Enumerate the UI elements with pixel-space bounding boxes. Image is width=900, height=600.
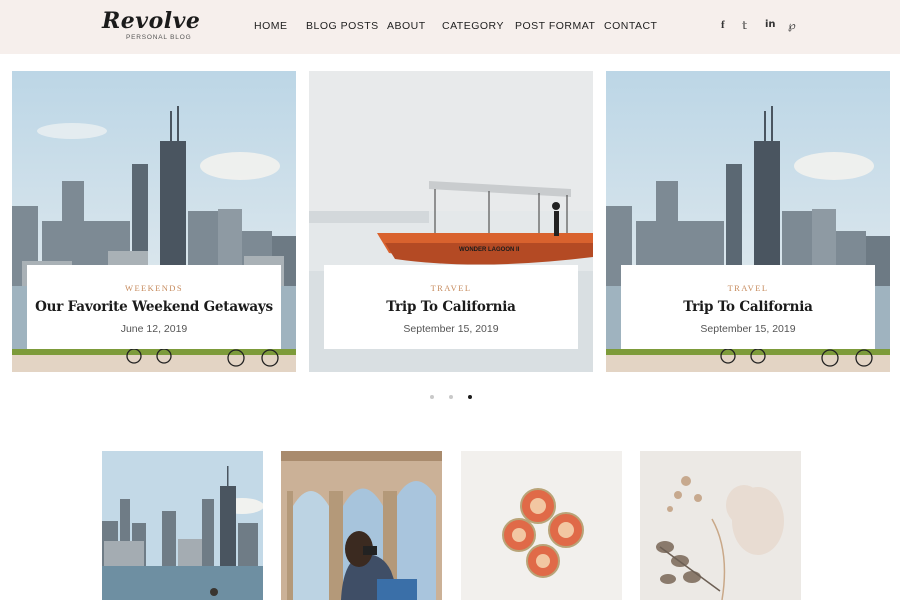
city-skyline-thumb-image <box>102 451 263 600</box>
nav-about[interactable]: ABOUT <box>387 20 426 32</box>
figs-image <box>461 451 622 600</box>
slider-dot-3[interactable] <box>468 395 472 399</box>
post-category[interactable]: WEEKENDS <box>27 283 281 293</box>
site-header: Revolve PERSONAL BLOG HOME BLOG POSTS AB… <box>0 0 900 54</box>
nav-blog-posts[interactable]: BLOG POSTS <box>306 20 379 32</box>
thumbnail-figs[interactable] <box>461 451 622 600</box>
slide-2[interactable]: WONDER LAGOON II TRAVEL Trip To Californ… <box>309 71 593 372</box>
thumbnail-dried-flowers[interactable] <box>640 451 801 600</box>
site-logo[interactable]: Revolve PERSONAL BLOG <box>102 9 202 41</box>
nav-post-format[interactable]: POST FORMAT <box>515 20 595 32</box>
linkedin-icon[interactable]: in <box>765 19 776 30</box>
post-title[interactable]: Our Favorite Weekend Getaways <box>27 299 281 315</box>
boat-name: WONDER LAGOON II <box>459 247 520 253</box>
post-title[interactable]: Trip To California <box>621 299 875 315</box>
nav-contact[interactable]: CONTACT <box>604 20 657 32</box>
post-category[interactable]: TRAVEL <box>324 283 578 293</box>
twitter-icon[interactable]: 𝕥 <box>742 19 747 32</box>
slider-dot-1[interactable] <box>430 395 434 399</box>
pinterest-icon[interactable]: ℘ <box>788 19 796 32</box>
slider-dots <box>0 395 900 401</box>
logo-title: Revolve <box>102 8 201 34</box>
nav-category[interactable]: CATEGORY <box>442 20 504 32</box>
slider-dot-2[interactable] <box>449 395 453 399</box>
facebook-icon[interactable]: f <box>721 19 725 31</box>
post-date: September 15, 2019 <box>700 323 796 335</box>
arches-photographer-image <box>281 451 442 600</box>
post-date: June 12, 2019 <box>120 323 188 335</box>
post-title[interactable]: Trip To California <box>324 299 578 315</box>
post-card[interactable]: TRAVEL Trip To California September 15, … <box>621 265 875 349</box>
logo-subtitle: PERSONAL BLOG <box>126 34 192 41</box>
slide-3[interactable]: TRAVEL Trip To California September 15, … <box>606 71 890 372</box>
post-date: September 15, 2019 <box>403 323 499 335</box>
dried-flowers-image <box>640 451 801 600</box>
nav-home[interactable]: HOME <box>254 20 288 32</box>
thumbnail-arches[interactable] <box>281 451 442 600</box>
post-category[interactable]: TRAVEL <box>621 283 875 293</box>
post-card[interactable]: TRAVEL Trip To California September 15, … <box>324 265 578 349</box>
thumbnail-city[interactable] <box>102 451 263 600</box>
post-card[interactable]: WEEKENDS Our Favorite Weekend Getaways J… <box>27 265 281 349</box>
slide-1[interactable]: WEEKENDS Our Favorite Weekend Getaways J… <box>12 71 296 372</box>
